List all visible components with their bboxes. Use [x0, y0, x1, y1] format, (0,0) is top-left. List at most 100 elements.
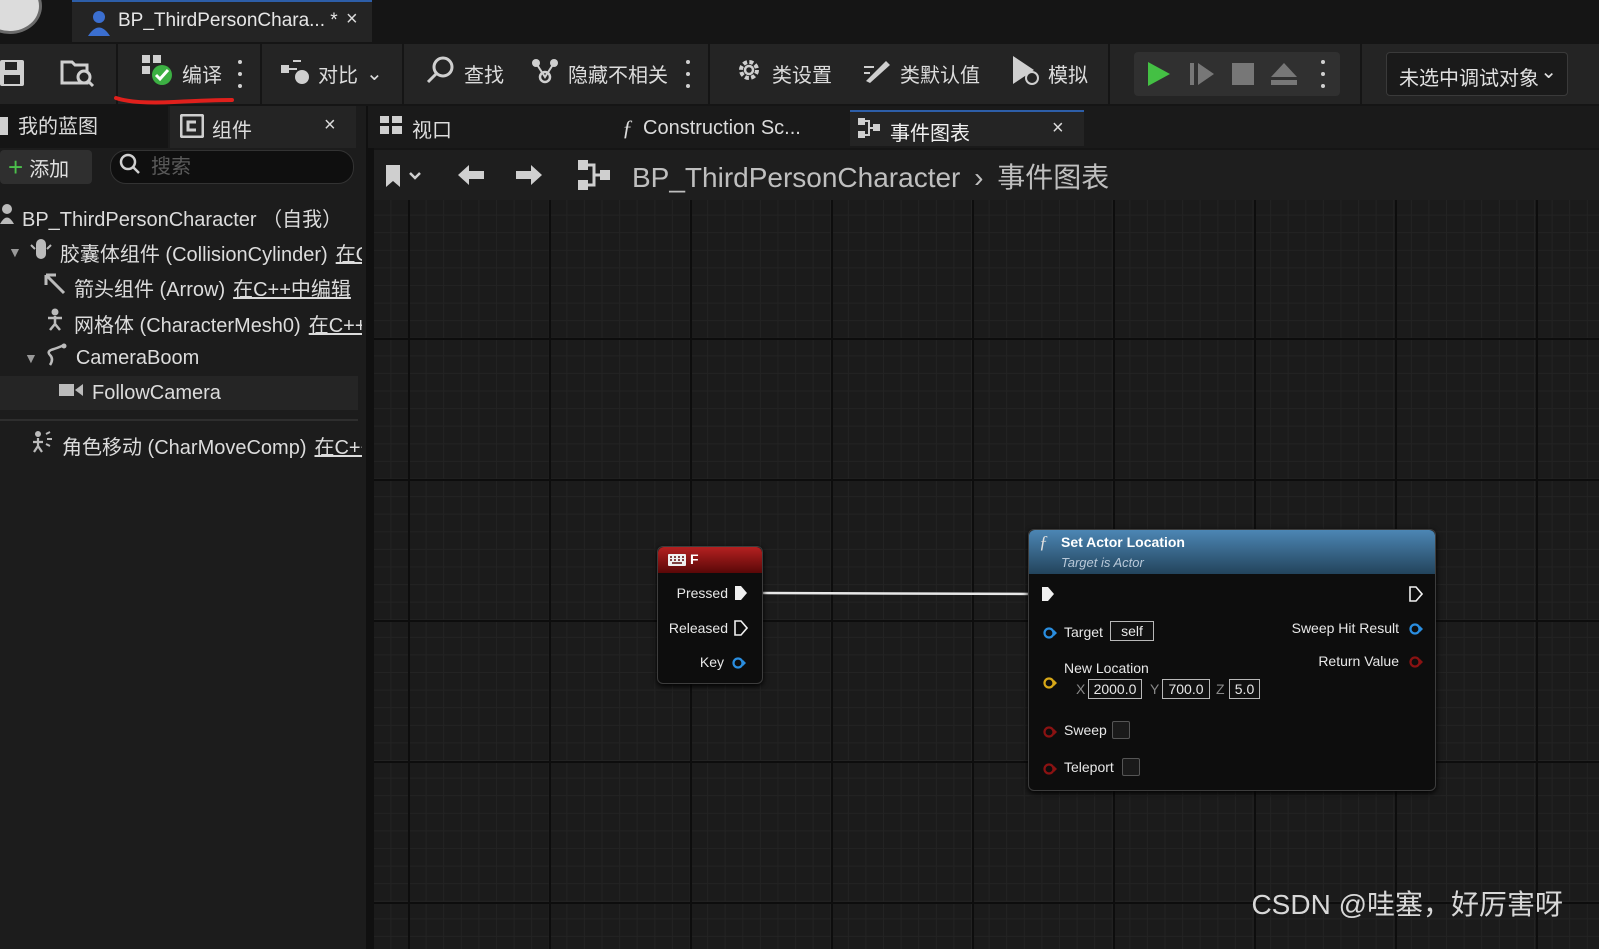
edit-in-cpp-link[interactable]: 在C++: [314, 431, 362, 460]
unreal-logo-icon[interactable]: [0, 0, 42, 34]
spring-arm-icon: [46, 343, 68, 373]
viewport-icon: [380, 116, 402, 140]
hide-unrelated-button[interactable]: 隐藏不相关: [530, 56, 668, 90]
tree-item-self[interactable]: BP_ThirdPersonCharacter （自我）: [0, 200, 366, 234]
document-tab[interactable]: BP_ThirdPersonChara... * ×: [72, 0, 372, 42]
tree-item-arrow[interactable]: 箭头组件 (Arrow) 在C++中编辑: [44, 270, 362, 304]
graph-icon: [858, 118, 880, 143]
teleport-checkbox[interactable]: [1122, 758, 1140, 776]
chevron-down-icon[interactable]: ▼: [24, 350, 38, 366]
tree-item-label: 网格体 (CharacterMesh0): [74, 314, 301, 337]
z-value-field[interactable]: 5.0: [1229, 679, 1260, 699]
sweep-pin[interactable]: [1043, 725, 1057, 743]
capsule-icon: [30, 237, 52, 267]
breadcrumb-blueprint[interactable]: BP_ThirdPersonCharacter: [632, 162, 960, 193]
new-location-pin[interactable]: [1043, 676, 1057, 694]
blueprint-icon: [0, 117, 8, 135]
key-event-node[interactable]: F Pressed Released Key: [657, 546, 763, 684]
tab-construction-script[interactable]: ƒ Construction Sc...: [622, 110, 801, 146]
tab-components[interactable]: 组件 ×: [170, 106, 356, 148]
search-input[interactable]: [149, 154, 343, 180]
play-controls: [1134, 52, 1340, 96]
stop-icon[interactable]: [1232, 63, 1254, 90]
sweep-hit-result-pin[interactable]: [1409, 622, 1423, 640]
watermark: CSDN @哇塞，好厉害呀: [1251, 889, 1563, 920]
target-pin[interactable]: [1043, 626, 1057, 644]
z-label: Z: [1216, 681, 1225, 697]
target-label: Target: [1064, 624, 1103, 640]
add-component-button[interactable]: + 添加: [0, 150, 92, 184]
tab-my-blueprint[interactable]: 我的蓝图: [0, 110, 98, 146]
back-arrow-icon[interactable]: [456, 162, 486, 193]
compile-button[interactable]: 编译: [140, 55, 222, 90]
released-exec-pin[interactable]: [734, 620, 749, 641]
node-title: Set Actor Location: [1061, 534, 1185, 550]
x-value-field[interactable]: 2000.0: [1088, 679, 1142, 699]
document-tab-label: BP_ThirdPersonChara... *: [118, 10, 338, 31]
teleport-pin[interactable]: [1043, 762, 1057, 780]
key-pin-label: Key: [699, 654, 724, 670]
debug-object-label: 未选中调试对象: [1399, 68, 1539, 90]
simulate-icon: [1010, 54, 1040, 92]
pressed-exec-pin[interactable]: [734, 585, 748, 606]
find-options-button[interactable]: [685, 60, 691, 88]
tree-item-char-move[interactable]: 角色移动 (CharMoveComp) 在C++: [30, 428, 362, 462]
edit-in-cpp-link[interactable]: 在C: [336, 238, 362, 267]
sweep-label: Sweep: [1064, 722, 1107, 738]
title-bar: BP_ThirdPersonChara... * ×: [0, 0, 1599, 44]
y-label: Y: [1150, 681, 1160, 697]
tab-viewport[interactable]: 视口: [380, 110, 452, 146]
class-settings-button[interactable]: 类设置: [734, 56, 832, 90]
class-defaults-icon: [862, 55, 892, 91]
play-options-button[interactable]: [1320, 60, 1326, 88]
class-defaults-button[interactable]: 类默认值: [862, 56, 980, 90]
y-value-field[interactable]: 700.0: [1162, 679, 1210, 699]
document-tab-close-button[interactable]: ×: [346, 8, 358, 31]
key-struct-pin[interactable]: [732, 656, 746, 674]
save-icon[interactable]: [0, 58, 26, 93]
find-icon: [426, 55, 456, 91]
tree-item-follow-camera[interactable]: FollowCamera: [58, 376, 358, 410]
exec-out-pin[interactable]: [1409, 586, 1424, 607]
edit-in-cpp-link[interactable]: 在C++中编辑: [233, 273, 351, 302]
browse-icon[interactable]: [60, 56, 96, 95]
return-value-label: Return Value: [1318, 653, 1399, 669]
edit-in-cpp-link[interactable]: 在C++: [309, 309, 362, 338]
search-icon: [119, 153, 141, 181]
tree-item-camera-boom[interactable]: ▼ CameraBoom: [24, 341, 362, 375]
chevron-down-icon: ⌄: [1540, 61, 1557, 83]
teleport-label: Teleport: [1064, 759, 1114, 775]
tab-event-graph[interactable]: 事件图表 ×: [850, 110, 1084, 146]
return-value-pin[interactable]: [1409, 655, 1423, 673]
simulate-button[interactable]: 模拟: [1010, 56, 1088, 90]
tab-components-close-button[interactable]: ×: [324, 114, 336, 137]
find-button[interactable]: 查找: [426, 56, 504, 90]
debug-object-select[interactable]: 未选中调试对象 ⌄: [1386, 52, 1568, 96]
target-value-field[interactable]: self: [1110, 621, 1154, 641]
tab-event-graph-close-button[interactable]: ×: [1052, 117, 1064, 140]
panel-splitter[interactable]: [366, 106, 374, 949]
breadcrumb-graph[interactable]: 事件图表: [997, 162, 1109, 193]
step-icon[interactable]: [1190, 62, 1216, 91]
graph-navigation-bar: BP_ThirdPersonCharacter › 事件图表: [374, 150, 1599, 200]
play-icon[interactable]: [1146, 61, 1172, 92]
skeletal-mesh-icon: [44, 308, 66, 338]
sweep-checkbox[interactable]: [1112, 721, 1130, 739]
tree-item-collision-cylinder[interactable]: ▼ 胶囊体组件 (CollisionCylinder) 在C: [8, 235, 362, 269]
component-icon: [179, 113, 205, 143]
set-actor-location-node[interactable]: ƒ Set Actor Location Target is Actor Tar…: [1028, 529, 1436, 791]
find-label: 查找: [464, 64, 504, 87]
new-location-label: New Location: [1064, 660, 1149, 676]
tree-item-mesh[interactable]: 网格体 (CharacterMesh0) 在C++: [44, 306, 362, 340]
tab-my-blueprint-label: 我的蓝图: [18, 116, 98, 138]
exec-in-pin[interactable]: [1041, 586, 1055, 607]
diff-button[interactable]: 对比 ⌄: [280, 56, 383, 90]
bookmark-icon[interactable]: [384, 163, 422, 194]
compile-options-button[interactable]: [237, 60, 243, 88]
forward-arrow-icon[interactable]: [514, 162, 544, 193]
eject-icon[interactable]: [1270, 62, 1298, 91]
diff-icon: [280, 55, 310, 91]
chevron-down-icon[interactable]: ▼: [8, 244, 22, 260]
blueprint-character-icon: [86, 9, 112, 42]
breadcrumb: BP_ThirdPersonCharacter › 事件图表: [632, 156, 1109, 196]
